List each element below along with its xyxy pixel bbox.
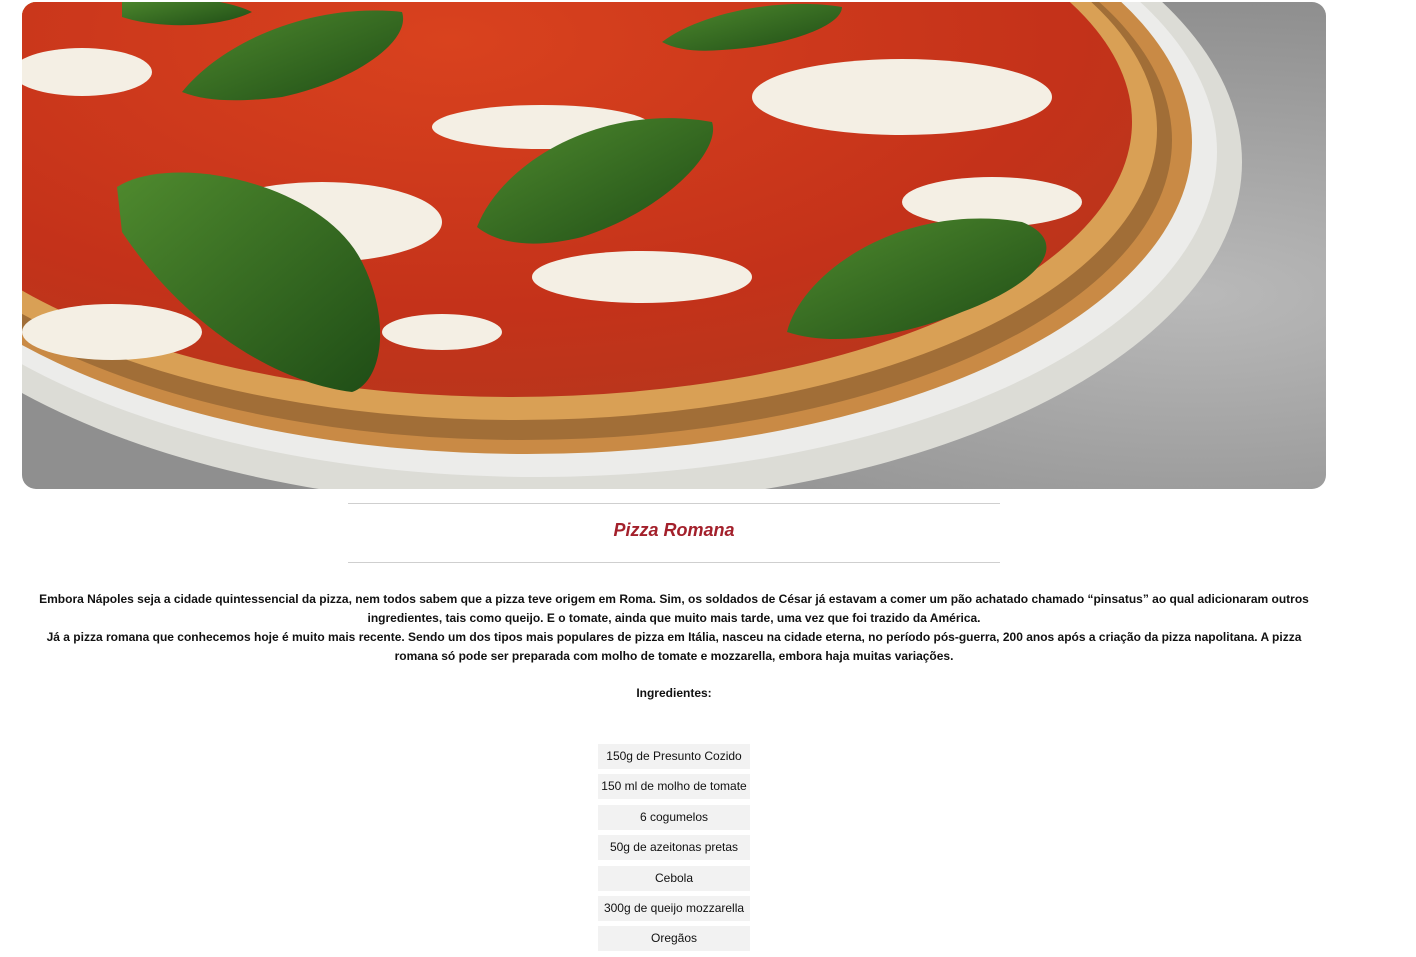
ingredient-item: 150g de Presunto Cozido xyxy=(598,744,750,769)
ingredients-list: 150g de Presunto Cozido 150 ml de molho … xyxy=(598,744,750,957)
hero-image xyxy=(22,2,1326,489)
page-title: Pizza Romana xyxy=(613,520,735,540)
ingredient-item: 6 cogumelos xyxy=(598,804,750,830)
title-divider-top xyxy=(348,503,1000,504)
ingredient-item: Oregãos xyxy=(598,926,750,952)
ingredient-item: 150 ml de molho de tomate xyxy=(598,774,750,800)
description-paragraph: Já a pizza romana que conhecemos hoje é … xyxy=(46,630,1302,663)
ingredient-item: Cebola xyxy=(598,865,750,891)
pizza-photo-icon xyxy=(22,2,1326,489)
title-divider-bottom xyxy=(348,562,1000,563)
ingredients-heading: Ingredientes: xyxy=(636,686,712,700)
ingredient-item: 300g de queijo mozzarella xyxy=(598,895,750,921)
recipe-description: Embora Nápoles seja a cidade quintessenc… xyxy=(30,590,1318,666)
description-paragraph: Embora Nápoles seja a cidade quintessenc… xyxy=(39,592,1309,625)
ingredient-item: 50g de azeitonas pretas xyxy=(598,835,750,861)
